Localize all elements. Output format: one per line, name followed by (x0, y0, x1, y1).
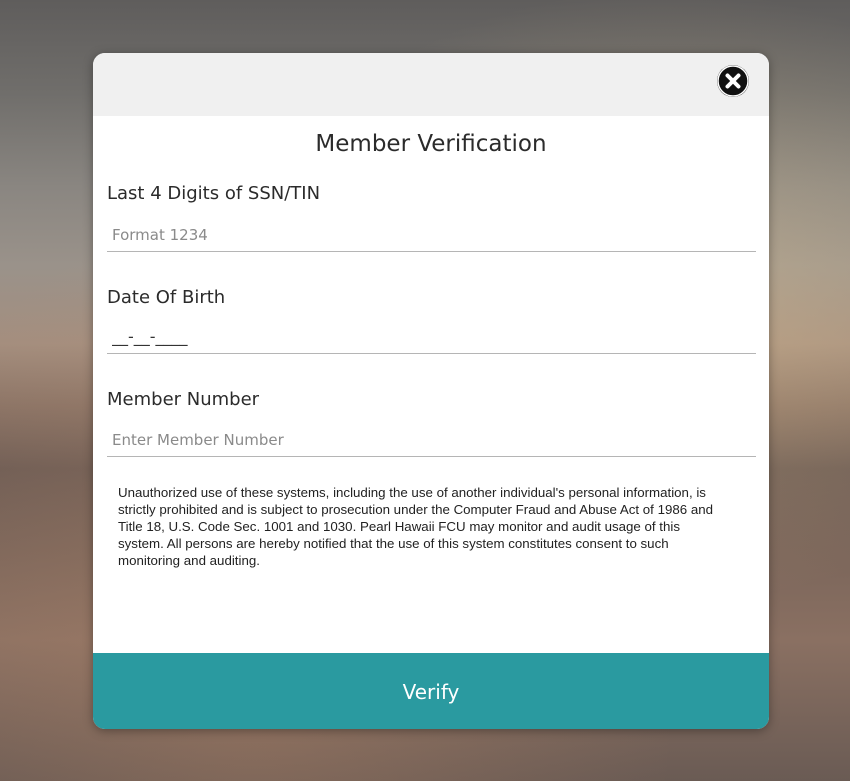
close-circle-icon (717, 65, 749, 97)
dob-input[interactable] (107, 320, 756, 354)
ssn-input[interactable] (107, 218, 756, 252)
legal-disclaimer: Unauthorized use of these systems, inclu… (118, 485, 714, 568)
dob-label: Date Of Birth (107, 287, 226, 308)
member-number-label: Member Number (107, 389, 260, 410)
ssn-label: Last 4 Digits of SSN/TIN (107, 183, 321, 204)
verify-button[interactable]: Verify (93, 653, 769, 729)
member-verification-dialog: Member Verification Last 4 Digits of SSN… (93, 53, 769, 729)
member-number-input[interactable] (107, 423, 756, 457)
dialog-header (93, 53, 769, 116)
close-button[interactable] (717, 65, 749, 97)
dialog-title: Member Verification (315, 131, 547, 157)
